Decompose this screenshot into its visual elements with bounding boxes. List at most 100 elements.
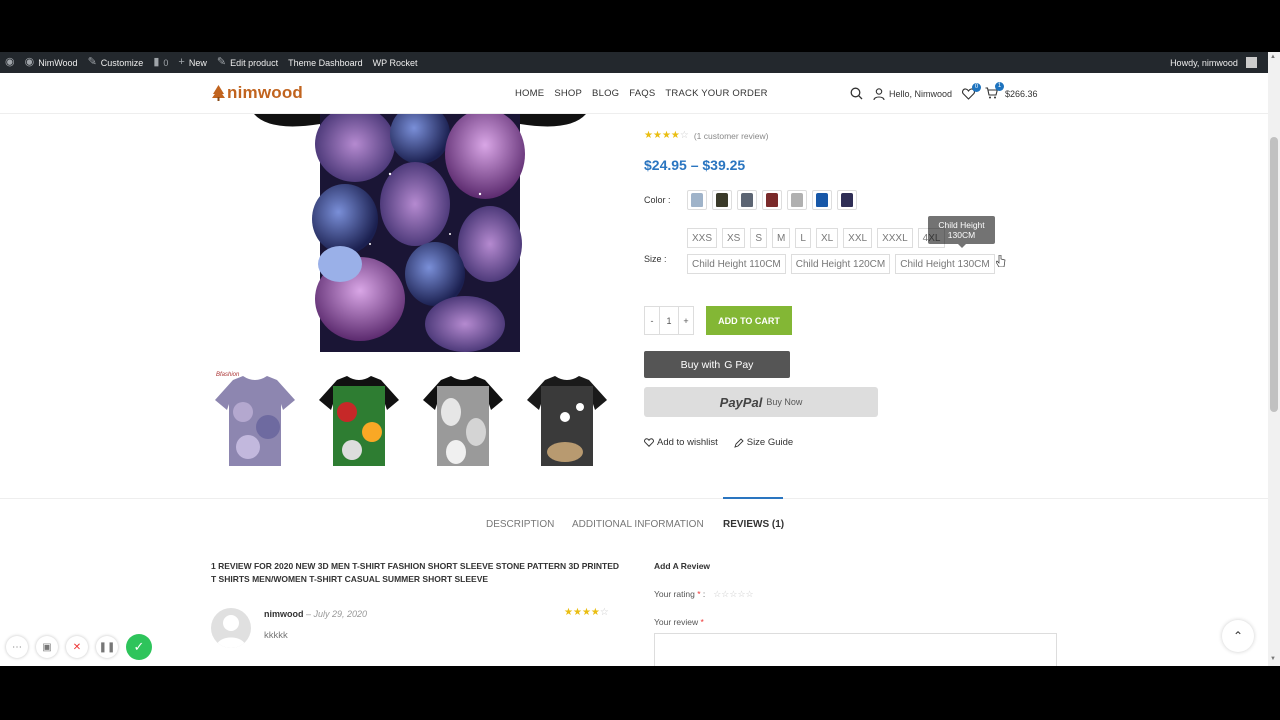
- thumbnail-brand-label: Bfashion: [216, 372, 240, 378]
- site-header: nimwood HOME SHOP BLOG FAQS TRACK YOUR O…: [0, 73, 1268, 114]
- tab-additional-information[interactable]: ADDITIONAL INFORMATION: [572, 519, 704, 530]
- my-account-menu[interactable]: Howdy, nimwood: [1165, 52, 1262, 73]
- size-option-xs[interactable]: XS: [722, 228, 746, 248]
- comments-menu[interactable]: ▮ 0: [148, 52, 173, 73]
- tree-logo-icon: [212, 85, 225, 101]
- nav-blog[interactable]: BLOG: [587, 88, 624, 99]
- more-icon: ⋯: [12, 641, 22, 653]
- scrollbar-thumb[interactable]: [1270, 137, 1278, 412]
- size-option-l[interactable]: L: [795, 228, 811, 248]
- edit-product-menu[interactable]: ✎ Edit product: [212, 52, 283, 73]
- star-empty-icon: ☆: [679, 130, 689, 141]
- product-rating: ★★★★☆ (1 customer review): [644, 130, 768, 141]
- size-option-child-120[interactable]: Child Height 120CM: [790, 254, 891, 274]
- tab-description[interactable]: DESCRIPTION: [486, 519, 554, 530]
- tab-reviews[interactable]: REVIEWS (1): [723, 519, 784, 530]
- cart-button[interactable]: 1 $266.36: [985, 81, 1038, 101]
- size-option-xl[interactable]: XL: [815, 228, 839, 248]
- qty-plus-button[interactable]: +: [679, 307, 693, 334]
- color-swatch[interactable]: [812, 190, 832, 210]
- recorder-finish-button[interactable]: ✓: [126, 634, 152, 660]
- pencil-icon: ✎: [216, 56, 227, 68]
- color-swatch[interactable]: [712, 190, 732, 210]
- site-logo[interactable]: nimwood: [212, 83, 303, 103]
- account-link[interactable]: Hello, Nimwood: [873, 87, 952, 100]
- review-text: kkkkk: [264, 630, 288, 641]
- recorder-pause-button[interactable]: ❚❚: [96, 636, 118, 658]
- size-guide-label: Size Guide: [746, 437, 794, 448]
- recorder-camera-button[interactable]: ▣: [36, 636, 58, 658]
- tshirt-thumbnail-image: [215, 376, 295, 466]
- nav-faqs[interactable]: FAQS: [624, 88, 660, 99]
- nav-home[interactable]: HOME: [510, 88, 549, 99]
- swatch-shirt-thumbnail: [791, 193, 803, 207]
- cart-total: $266.36: [1005, 88, 1038, 99]
- heart-icon: [644, 438, 654, 447]
- add-review-heading: Add A Review: [654, 561, 711, 571]
- rating-input-stars[interactable]: ☆☆☆☆☆: [713, 589, 753, 600]
- product-thumbnail[interactable]: [420, 370, 506, 470]
- your-review-field: Your review *: [654, 617, 704, 627]
- scroll-up-arrow-icon[interactable]: ▲: [1270, 54, 1276, 60]
- page-scrollbar[interactable]: ▲ ▼: [1268, 52, 1280, 666]
- color-swatch[interactable]: [837, 190, 857, 210]
- wishlist-count-badge: 0: [972, 82, 982, 92]
- site-name-menu[interactable]: ◉ NimWood: [20, 52, 83, 73]
- color-swatch[interactable]: [787, 190, 807, 210]
- wordpress-logo-menu[interactable]: ◉: [0, 52, 20, 73]
- default-avatar-icon: [216, 615, 246, 648]
- scroll-to-top-button[interactable]: ⌃: [1222, 620, 1254, 652]
- size-options-row1: XXS XS S M L XL XXL XXXL 4XL: [687, 228, 946, 248]
- product-thumbnail[interactable]: [316, 370, 402, 470]
- size-option-xxxl[interactable]: XXXL: [877, 228, 913, 248]
- nav-shop[interactable]: SHOP: [549, 88, 587, 99]
- swatch-shirt-thumbnail: [816, 193, 828, 207]
- header-search-button[interactable]: [850, 87, 863, 100]
- size-option-child-130[interactable]: Child Height 130CM: [895, 254, 995, 274]
- qty-minus-button[interactable]: -: [645, 307, 659, 334]
- header-tools: Hello, Nimwood 0 1 $266.36: [850, 73, 1038, 114]
- browser-viewport: ◉ ◉ NimWood ✎ Customize ▮ 0 + New ✎ Edit prod…: [0, 52, 1280, 666]
- size-option-xxs[interactable]: XXS: [687, 228, 718, 248]
- review-textarea[interactable]: [654, 633, 1057, 666]
- close-icon: ✕: [72, 641, 82, 653]
- add-to-wishlist-link[interactable]: Add to wishlist: [644, 437, 718, 448]
- nav-track-order[interactable]: TRACK YOUR ORDER: [660, 88, 772, 99]
- color-swatch[interactable]: [687, 190, 707, 210]
- scroll-down-arrow-icon[interactable]: ▼: [1270, 656, 1276, 662]
- product-thumbnail[interactable]: Bfashion: [212, 370, 298, 470]
- size-option-s[interactable]: S: [750, 228, 768, 248]
- color-swatch[interactable]: [737, 190, 757, 210]
- wishlist-link-label: Add to wishlist: [657, 437, 718, 448]
- size-guide-link[interactable]: Size Guide: [734, 437, 793, 448]
- product-actions: Add to wishlist Size Guide: [644, 437, 793, 448]
- star-filled-icon: ★: [590, 607, 600, 618]
- product-main-image[interactable]: [250, 114, 590, 359]
- theme-dashboard-menu[interactable]: Theme Dashboard: [283, 52, 368, 73]
- dashboard-icon: ◉: [24, 56, 35, 68]
- size-option-child-110[interactable]: Child Height 110CM: [687, 254, 786, 274]
- add-to-cart-button[interactable]: ADD TO CART: [706, 306, 792, 335]
- paypal-button[interactable]: PayPal Buy Now: [644, 387, 878, 417]
- tshirt-thumbnail-image: [319, 376, 399, 466]
- wishlist-button[interactable]: 0: [962, 82, 982, 100]
- brush-icon: ✎: [87, 56, 97, 68]
- recorder-menu-button[interactable]: ⋯: [6, 636, 28, 658]
- google-pay-button[interactable]: Buy with G Pay: [644, 351, 790, 378]
- customer-review-link[interactable]: (1 customer review): [694, 131, 769, 141]
- required-mark: *: [700, 617, 704, 627]
- new-content-menu[interactable]: + New: [173, 52, 211, 73]
- edit-product-label: Edit product: [230, 57, 279, 68]
- tabs-divider: [0, 498, 1268, 499]
- customize-menu[interactable]: ✎ Customize: [83, 52, 149, 73]
- review-stars: ★★★★☆: [564, 607, 609, 618]
- size-option-m[interactable]: M: [772, 228, 791, 248]
- qty-input[interactable]: 1: [659, 307, 679, 334]
- recorder-cancel-button[interactable]: ✕: [66, 636, 88, 658]
- wp-rocket-menu[interactable]: WP Rocket: [368, 52, 423, 73]
- product-thumbnail[interactable]: [524, 370, 610, 470]
- color-swatches: [687, 190, 862, 210]
- howdy-label: Howdy, nimwood: [1170, 57, 1238, 68]
- size-option-xxl[interactable]: XXL: [843, 228, 873, 248]
- color-swatch[interactable]: [762, 190, 782, 210]
